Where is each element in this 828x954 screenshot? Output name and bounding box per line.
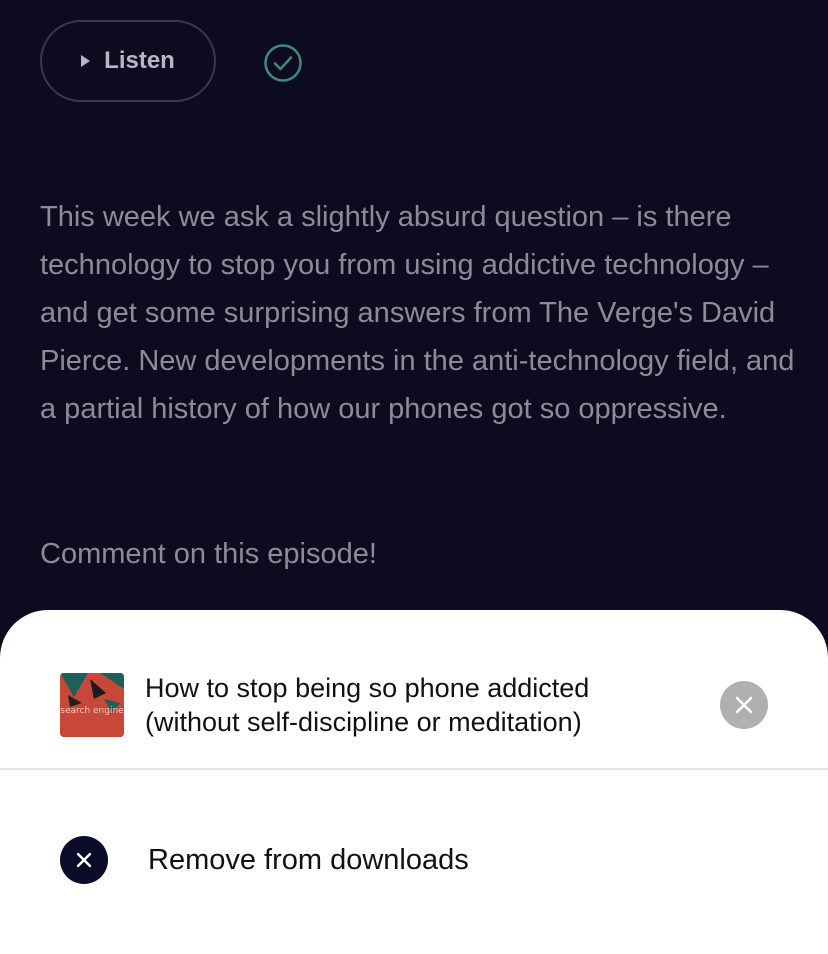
remove-from-downloads-label: Remove from downloads <box>148 844 469 876</box>
comment-link[interactable]: Comment on this episode! <box>40 530 377 578</box>
podcast-artwork: search engine <box>60 673 124 737</box>
episode-title-line1: How to stop being so phone addicted <box>145 673 590 703</box>
artwork-graphic <box>60 673 124 737</box>
play-icon <box>81 55 91 67</box>
listen-button[interactable]: Listen <box>40 20 216 102</box>
bottom-sheet: search engine How to stop being so phone… <box>0 610 828 954</box>
artwork-text: search engine <box>60 706 124 716</box>
episode-description: This week we ask a slightly absurd quest… <box>40 201 795 425</box>
episode-header: search engine How to stop being so phone… <box>0 610 828 770</box>
listen-label: Listen <box>104 47 175 74</box>
episode-title-line2: (without self-discipline or meditation) <box>145 707 582 737</box>
remove-from-downloads-row[interactable]: Remove from downloads <box>0 770 828 954</box>
remove-icon <box>60 836 108 884</box>
close-button[interactable] <box>720 681 768 729</box>
close-icon <box>735 696 753 714</box>
episode-title: How to stop being so phone addicted (wit… <box>145 671 685 739</box>
checkmark-circle-icon[interactable] <box>263 43 303 83</box>
